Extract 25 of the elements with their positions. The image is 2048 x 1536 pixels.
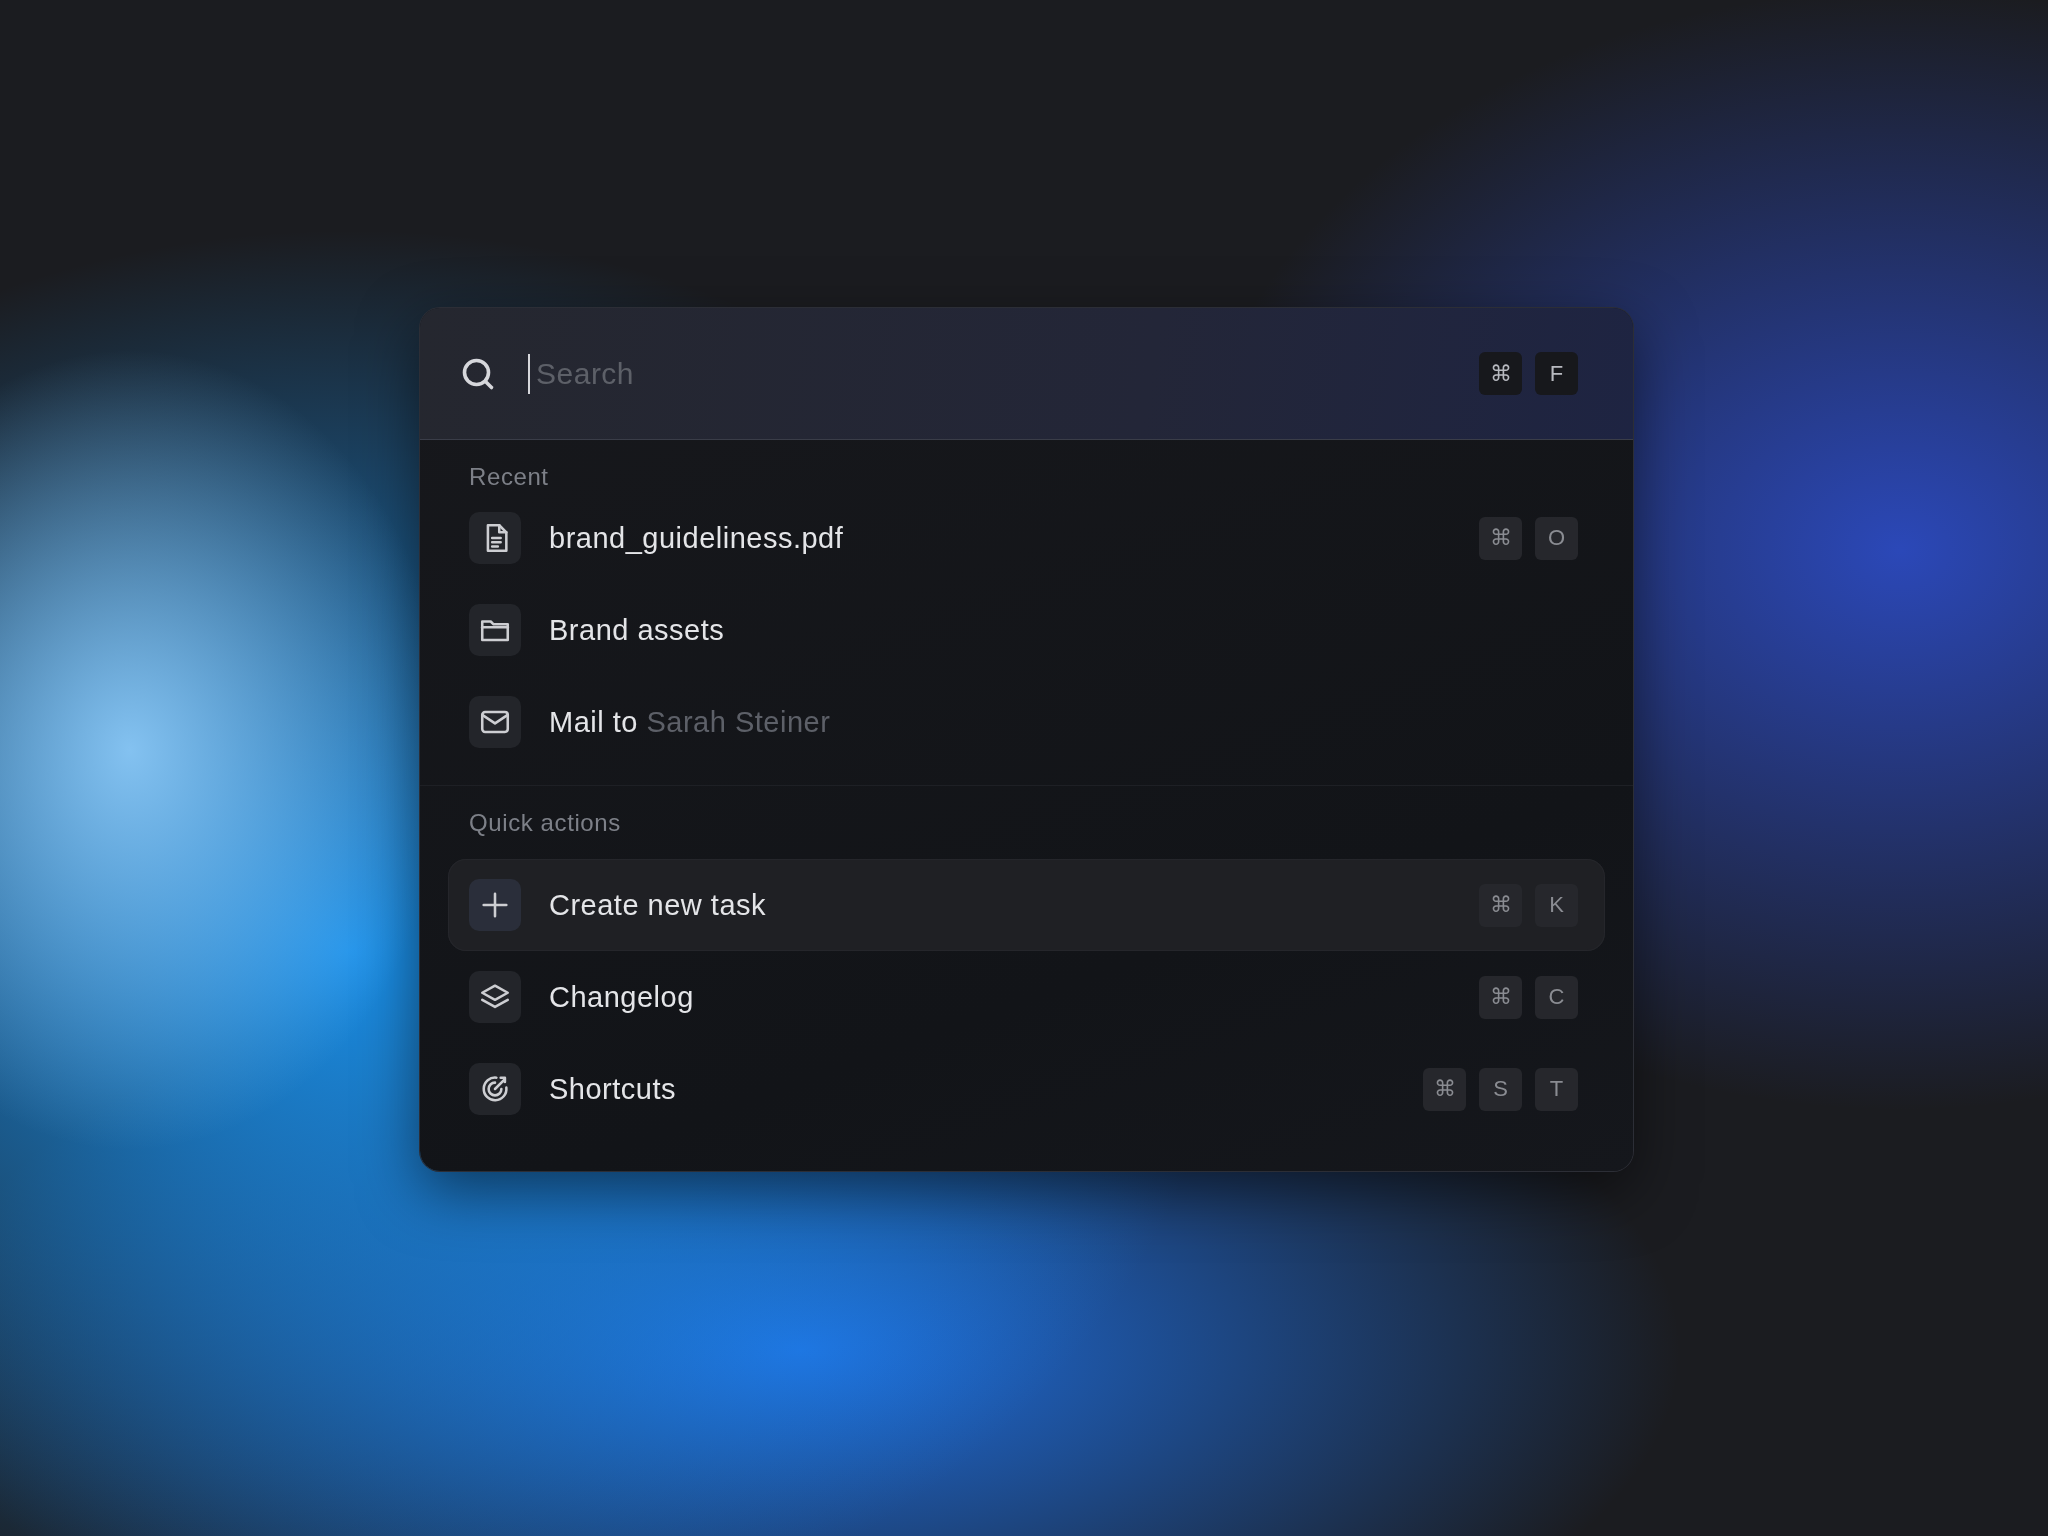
list-item[interactable]: Shortcuts ⌘ S T <box>448 1043 1605 1135</box>
item-label: Create new task <box>549 888 767 922</box>
key-cap: ⌘ <box>1479 516 1522 560</box>
list-item[interactable]: Changelog ⌘ C <box>448 951 1605 1043</box>
key-cap: ⌘ <box>1479 883 1522 927</box>
key-cap: K <box>1535 883 1578 927</box>
section-heading: Recent <box>468 462 550 492</box>
list-item[interactable]: Brand assets <box>448 584 1605 676</box>
key-cap: F <box>1535 352 1578 395</box>
key-cap: O <box>1535 516 1578 560</box>
key-cap: ⌘ <box>1423 1067 1466 1111</box>
list-item[interactable]: brand_guideliness.pdf ⌘ O <box>448 492 1605 584</box>
key-cap: C <box>1535 975 1578 1019</box>
key-cap: T <box>1535 1067 1578 1111</box>
list-item[interactable]: Create new task ⌘ K <box>448 859 1605 951</box>
key-cap: ⌘ <box>1479 352 1522 395</box>
key-cap: S <box>1479 1067 1522 1111</box>
list-item[interactable]: Mail to Sarah Steiner <box>448 676 1605 768</box>
item-label: Changelog <box>549 980 694 1014</box>
item-label: Mail to Sarah Steiner <box>549 705 831 739</box>
item-label: Shortcuts <box>549 1072 676 1106</box>
section-heading: Quick actions <box>468 808 622 838</box>
item-label: brand_guideliness.pdf <box>549 521 844 555</box>
key-cap: ⌘ <box>1479 975 1522 1019</box>
item-label: Brand assets <box>549 613 725 647</box>
